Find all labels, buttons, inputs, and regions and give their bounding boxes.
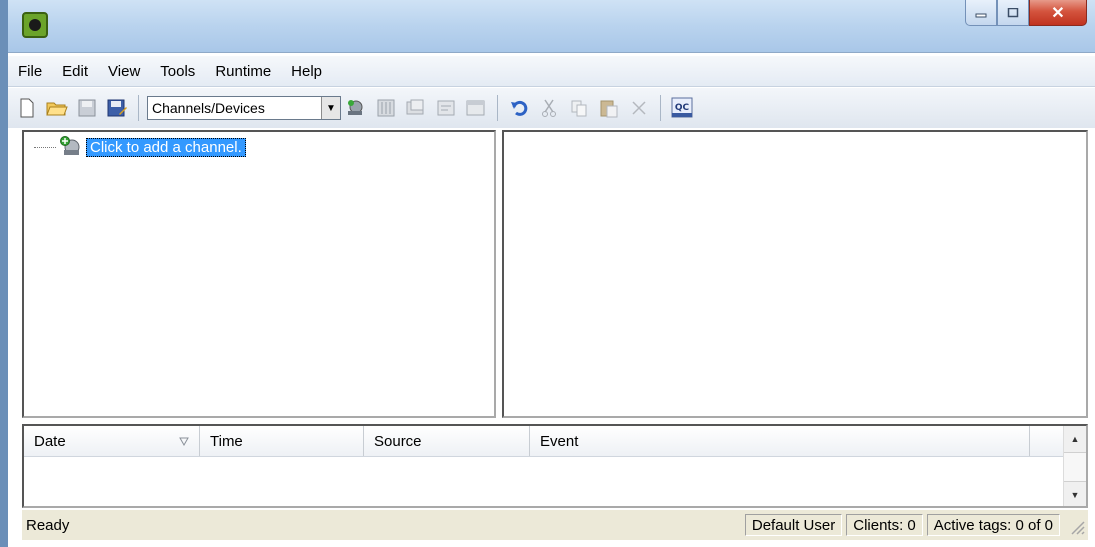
add-channel-label[interactable]: Click to add a channel.	[86, 137, 246, 157]
arrow-down-icon: ▼	[1070, 490, 1080, 500]
tag-group-icon	[406, 99, 424, 115]
new-device-button[interactable]	[371, 94, 401, 122]
resize-grip-icon[interactable]	[1064, 514, 1086, 536]
minimize-icon	[975, 13, 987, 17]
event-log-scrollbar[interactable]: ▲ ▼	[1063, 426, 1086, 506]
title-bar: ✕	[8, 0, 1095, 53]
scroll-down-button[interactable]: ▼	[1064, 482, 1086, 508]
copy-button[interactable]	[564, 94, 594, 122]
cut-button[interactable]	[534, 94, 564, 122]
close-icon: ✕	[1051, 4, 1065, 22]
event-log[interactable]: Date Time Source Event ▲ ▼	[22, 424, 1088, 508]
qc-label: QC	[675, 103, 690, 113]
column-header-source[interactable]: Source	[364, 426, 530, 456]
toolbar: Channels/Devices ▼ QC	[8, 88, 1095, 128]
save-as-button[interactable]	[102, 94, 132, 122]
save-button[interactable]	[72, 94, 102, 122]
maximize-icon	[1007, 7, 1019, 17]
quick-client-button[interactable]: QC	[667, 94, 697, 122]
menu-file[interactable]: File	[8, 63, 52, 80]
column-header-date-label: Date	[34, 432, 66, 450]
paste-button[interactable]	[594, 94, 624, 122]
maximize-button[interactable]	[997, 0, 1029, 26]
column-header-event-label: Event	[540, 432, 579, 450]
delete-button[interactable]	[624, 94, 654, 122]
status-ready: Ready	[26, 516, 70, 534]
minimize-button[interactable]	[965, 0, 997, 26]
properties-button[interactable]	[461, 94, 491, 122]
undo-icon	[511, 100, 528, 116]
column-header-date[interactable]: Date	[24, 426, 200, 456]
menu-help[interactable]: Help	[281, 63, 332, 80]
quick-client-icon: QC	[671, 97, 693, 118]
menu-bar: File Edit View Tools Runtime Help	[8, 56, 1095, 87]
open-button[interactable]	[42, 94, 72, 122]
menu-view[interactable]: View	[98, 63, 150, 80]
new-file-icon	[20, 98, 34, 118]
caption-buttons: ✕	[965, 0, 1087, 28]
app-icon[interactable]	[22, 12, 48, 38]
toolbar-separator	[497, 95, 498, 121]
toolbar-separator	[138, 95, 139, 121]
add-channel-icon	[58, 136, 84, 158]
menu-runtime[interactable]: Runtime	[205, 63, 281, 80]
scissors-icon	[542, 99, 556, 117]
save-icon	[78, 99, 96, 117]
tag-icon	[437, 100, 455, 116]
new-button[interactable]	[12, 94, 42, 122]
view-selector[interactable]: Channels/Devices ▼	[147, 96, 341, 120]
sort-descending-icon	[179, 437, 189, 446]
main-window: ✕ File Edit View Tools Runtime Help Chan…	[8, 0, 1095, 547]
menu-tools[interactable]: Tools	[150, 63, 205, 80]
column-header-time[interactable]: Time	[200, 426, 364, 456]
arrow-up-icon: ▲	[1070, 434, 1080, 444]
new-device-icon	[377, 99, 395, 117]
open-folder-icon	[46, 102, 68, 116]
delete-icon	[632, 101, 646, 115]
tree-connector	[34, 146, 56, 148]
new-tag-group-button[interactable]	[401, 94, 431, 122]
tree-item-add-channel[interactable]: Click to add a channel.	[34, 136, 246, 158]
status-bar: Ready Default User Clients: 0 Active tag…	[22, 510, 1088, 540]
event-log-header: Date Time Source Event	[24, 426, 1064, 457]
status-clients: Clients: 0	[846, 514, 923, 536]
undo-button[interactable]	[504, 94, 534, 122]
column-header-time-label: Time	[210, 432, 243, 450]
scroll-track[interactable]	[1064, 452, 1086, 482]
column-header-source-label: Source	[374, 432, 422, 450]
channel-tree-pane[interactable]: Click to add a channel.	[22, 130, 496, 418]
detail-pane[interactable]	[502, 130, 1088, 418]
close-button[interactable]: ✕	[1029, 0, 1087, 26]
new-channel-icon	[348, 100, 363, 115]
status-user: Default User	[744, 514, 843, 536]
paste-icon	[600, 100, 618, 118]
view-selector-value: Channels/Devices	[152, 100, 265, 116]
toolbar-separator	[660, 95, 661, 121]
new-channel-button[interactable]	[341, 94, 371, 122]
column-header-event[interactable]: Event	[530, 426, 1030, 456]
menu-edit[interactable]: Edit	[52, 63, 98, 80]
copy-icon	[571, 100, 587, 117]
status-active-tags: Active tags: 0 of 0	[926, 514, 1060, 536]
chevron-down-icon[interactable]: ▼	[321, 97, 340, 119]
save-as-icon	[107, 99, 127, 117]
properties-icon	[466, 100, 485, 116]
new-tag-button[interactable]	[431, 94, 461, 122]
scroll-up-button[interactable]: ▲	[1064, 426, 1086, 452]
